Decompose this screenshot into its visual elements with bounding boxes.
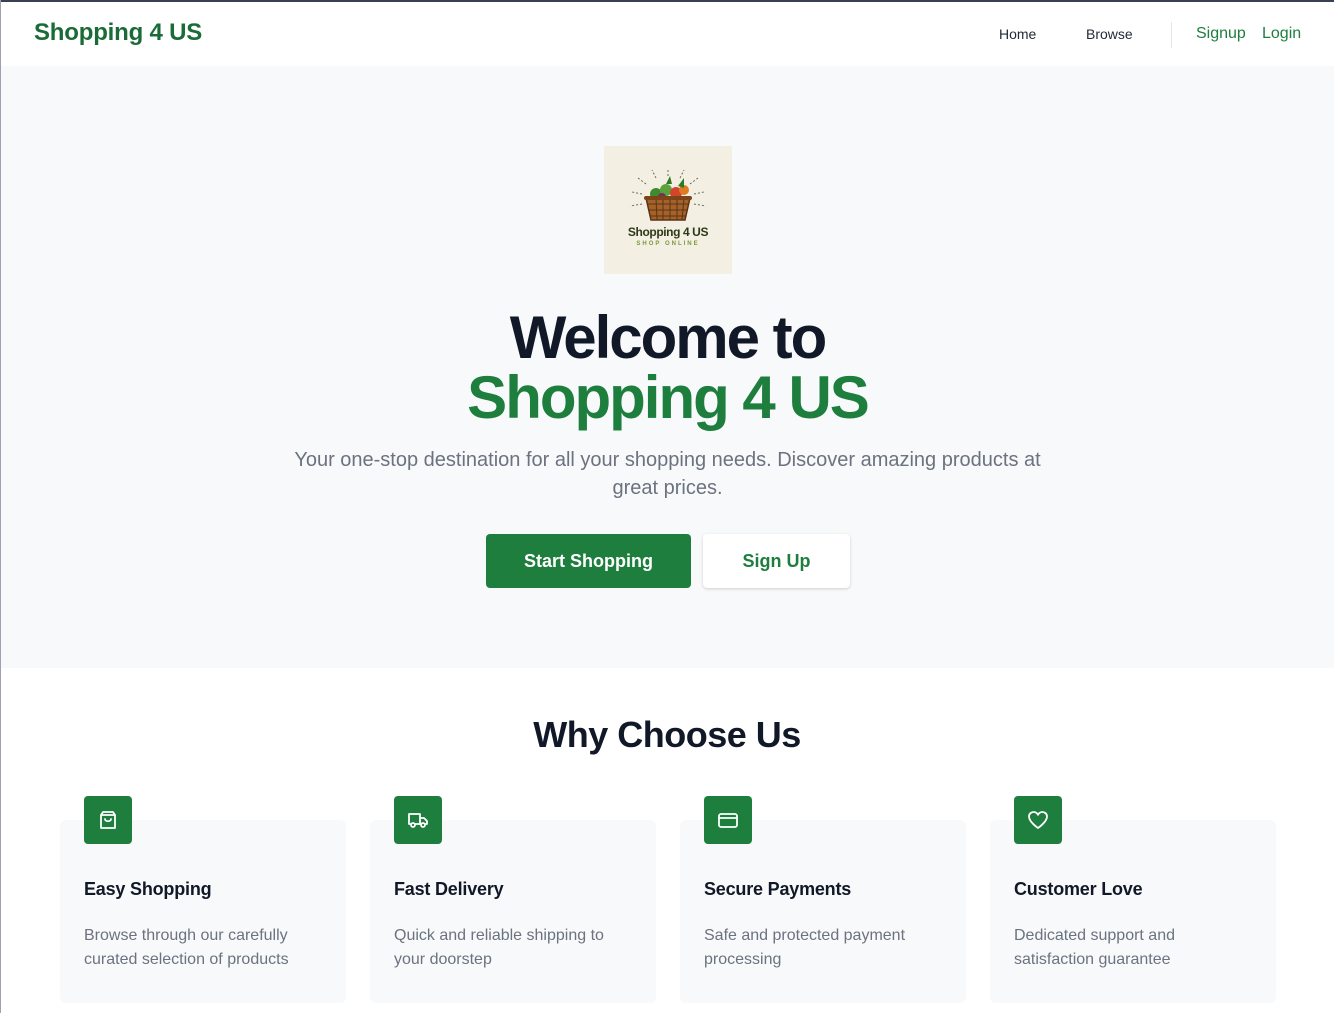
shopping-bag-icon: [84, 796, 132, 844]
feature-title: Fast Delivery: [394, 879, 504, 899]
feature-text: Browse through our carefully curated sel…: [84, 927, 289, 968]
feature-title: Secure Payments: [704, 879, 852, 899]
feature-text: Safe and protected payment processing: [704, 927, 906, 968]
basket-of-produce-icon: [629, 168, 707, 221]
nav-login-link[interactable]: Login: [1262, 25, 1301, 43]
hero-description: Your one-stop destination for all your s…: [294, 449, 1041, 499]
start-shopping-button[interactable]: Start Shopping: [486, 534, 691, 588]
window-left-border: [0, 0, 1, 1013]
feature-text: Dedicated support and satisfaction guara…: [1014, 927, 1175, 968]
nav-signup-link[interactable]: Signup: [1196, 25, 1246, 43]
feature-card-fast-delivery: Fast Delivery Quick and reliable shippin…: [370, 796, 656, 1003]
hero-section: Shopping 4 US SHOP ONLINE Welcome to Sho…: [1, 66, 1334, 668]
hero-title-line1: Welcome to: [509, 304, 828, 371]
brand-logo-link[interactable]: Shopping 4 US: [34, 19, 202, 47]
nav-home-link[interactable]: Home: [999, 26, 1036, 42]
sign-up-button[interactable]: Sign Up: [703, 534, 850, 588]
hero-logo: Shopping 4 US SHOP ONLINE: [604, 146, 732, 274]
features-title: Why Choose Us: [533, 714, 801, 755]
logo-subtitle: SHOP ONLINE: [636, 241, 700, 247]
feature-title: Easy Shopping: [84, 879, 212, 899]
heart-icon: [1014, 796, 1062, 844]
feature-card-easy-shopping: Easy Shopping Browse through our careful…: [60, 796, 346, 1003]
navbar: Shopping 4 US Home Browse Signup Login: [1, 2, 1334, 66]
feature-text: Quick and reliable shipping to your door…: [394, 927, 604, 968]
window-top-border: [0, 0, 1334, 2]
logo-title: Shopping 4 US: [627, 225, 709, 239]
nav-browse-link[interactable]: Browse: [1086, 26, 1133, 42]
feature-card-customer-love: Customer Love Dedicated support and sati…: [990, 796, 1276, 1003]
truck-icon: [394, 796, 442, 844]
credit-card-icon: [704, 796, 752, 844]
nav-divider: [1171, 22, 1172, 48]
feature-card-secure-payments: Secure Payments Safe and protected payme…: [680, 796, 966, 1003]
hero-title-line2: Shopping 4 US: [467, 364, 870, 431]
feature-title: Customer Love: [1014, 879, 1143, 899]
